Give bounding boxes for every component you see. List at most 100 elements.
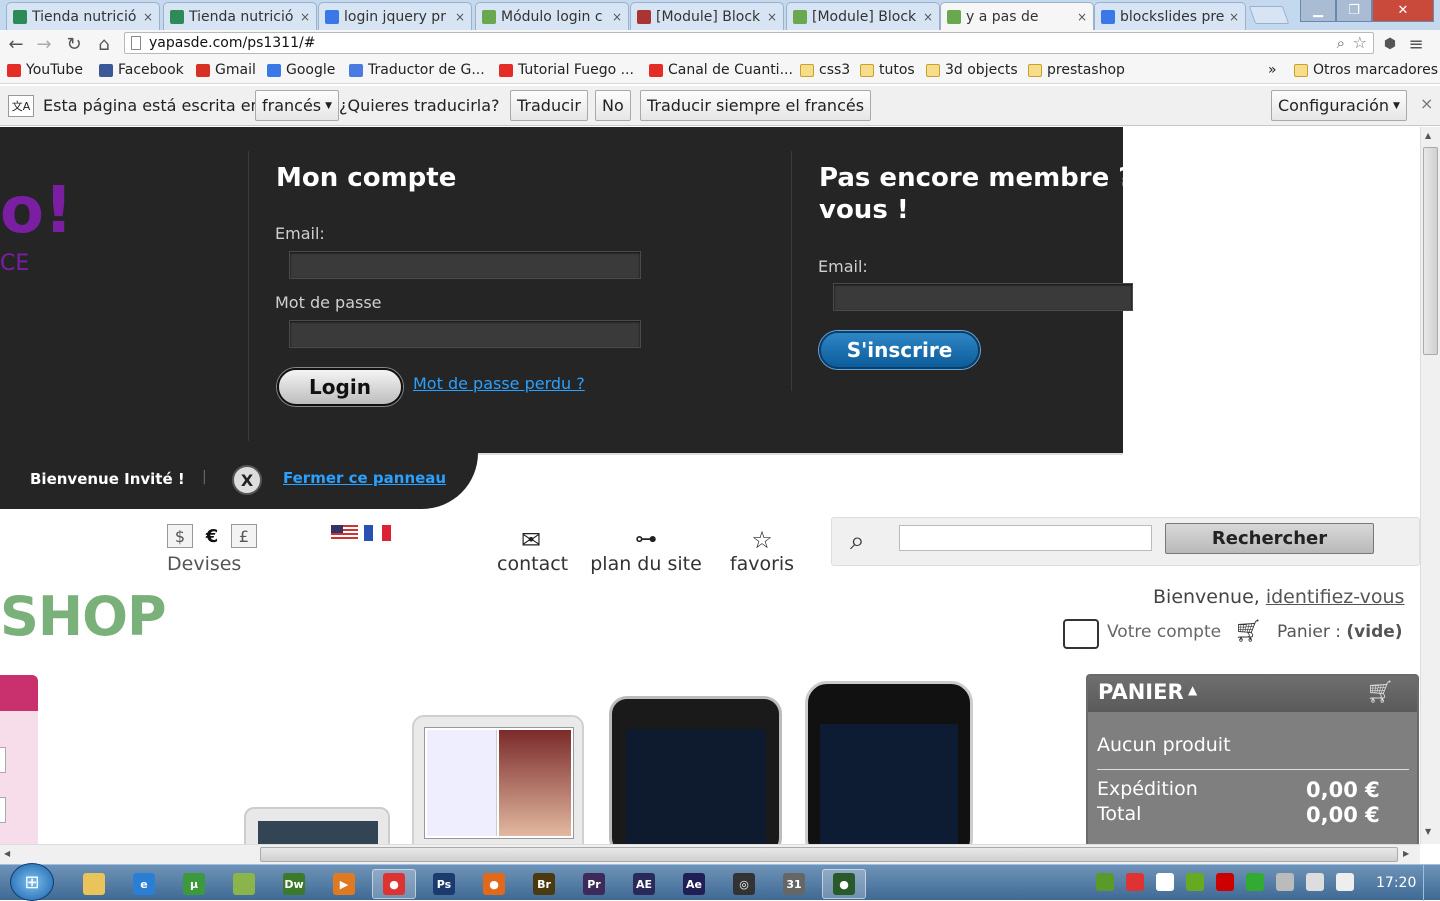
close-panel-icon[interactable]: X [232, 465, 262, 495]
reload-button[interactable]: ↻ [62, 32, 86, 56]
login-button[interactable]: Login [277, 368, 403, 406]
close-tab-icon[interactable]: × [455, 10, 465, 24]
close-window-button[interactable]: ✕ [1372, 0, 1434, 22]
tray-icon[interactable] [1276, 873, 1294, 891]
horizontal-scrollbar[interactable]: ◀ ▶ [0, 844, 1420, 864]
scrollbar-thumb[interactable] [260, 847, 1398, 862]
login-link[interactable]: identifiez-vous [1266, 586, 1405, 608]
taskbar-app[interactable]: ◎ [722, 869, 766, 899]
bookmark-item[interactable]: YouTube [7, 62, 83, 78]
bookmark-item[interactable]: Google [267, 62, 335, 78]
taskbar-app[interactable] [72, 869, 116, 899]
chevron-up-icon[interactable]: ▲ [1188, 683, 1197, 697]
back-button[interactable]: ← [4, 32, 28, 56]
flag-icon[interactable] [1156, 873, 1174, 891]
taskbar-app[interactable]: ● [472, 869, 516, 899]
close-tab-icon[interactable]: × [1229, 10, 1239, 24]
account-link[interactable]: Votre compte [1107, 622, 1221, 642]
nav-favorites[interactable]: ☆ favoris [728, 527, 796, 575]
adobe-icon[interactable] [1216, 873, 1234, 891]
zoom-icon[interactable]: ⌕ [1337, 34, 1345, 52]
no-translate-button[interactable]: No [595, 90, 631, 121]
home-button[interactable]: ⌂ [92, 32, 116, 56]
taskbar-app[interactable]: Dw [272, 869, 316, 899]
always-translate-button[interactable]: Traducir siempre el francés [640, 90, 872, 121]
currency-euro[interactable]: € [199, 524, 225, 548]
taskbar-app[interactable]: AE [622, 869, 666, 899]
english-flag-icon[interactable] [331, 525, 358, 541]
taskbar-app[interactable]: 31 [772, 869, 816, 899]
chrome-menu-icon[interactable]: ≡ [1404, 32, 1428, 56]
language-select[interactable]: francés ▼ [255, 90, 340, 121]
tab[interactable]: [Module] Block × [630, 2, 784, 30]
nvidia-icon[interactable] [1186, 873, 1204, 891]
bookmark-item[interactable]: Facebook [99, 62, 184, 78]
search-input[interactable] [899, 525, 1152, 551]
translate-settings-button[interactable]: Configuración ▼ [1271, 90, 1407, 121]
translate-button[interactable]: Traducir [510, 90, 588, 121]
taskbar-app[interactable]: ● [372, 869, 416, 899]
taskbar-app[interactable]: Ae [672, 869, 716, 899]
tab[interactable]: Tienda nutrició × [163, 2, 317, 30]
sidebar-input[interactable] [0, 797, 6, 823]
bookmark-item[interactable]: 3d objects [926, 62, 1018, 78]
info-icon[interactable] [1246, 873, 1264, 891]
close-translate-icon[interactable]: × [1420, 94, 1433, 113]
address-bar[interactable]: yapasde.com/ps1311/# ⌕ ☆ [124, 32, 1374, 54]
bookmark-item[interactable]: Canal de Cuanti... [649, 62, 793, 78]
scroll-left-icon[interactable]: ◀ [4, 849, 10, 858]
bookmark-item[interactable]: tutos [860, 62, 915, 78]
taskbar-app[interactable]: ● [822, 869, 866, 899]
close-tab-icon[interactable]: × [923, 10, 933, 24]
vertical-scrollbar[interactable]: ▲ ▼ [1420, 127, 1440, 844]
tray-icon[interactable] [1096, 873, 1114, 891]
scroll-up-icon[interactable]: ▲ [1425, 131, 1431, 140]
cart-summary[interactable]: Panier : (vide) [1277, 622, 1403, 642]
currency-dollar[interactable]: $ [167, 524, 193, 548]
forgot-password-link[interactable]: Mot de passe perdu ? [413, 374, 585, 393]
clock[interactable]: 17:20 [1376, 875, 1416, 891]
scroll-down-icon[interactable]: ▼ [1425, 827, 1431, 836]
close-tab-icon[interactable]: × [143, 10, 153, 24]
network-icon[interactable] [1306, 873, 1324, 891]
show-desktop-button[interactable] [1423, 865, 1440, 901]
bookmark-item[interactable]: prestashop [1028, 62, 1125, 78]
french-flag-icon[interactable] [364, 525, 391, 541]
bookmark-item[interactable]: css3 [800, 62, 850, 78]
taskbar-app[interactable]: e [122, 869, 166, 899]
shop-logo[interactable]: SHOP [0, 585, 167, 649]
other-bookmarks[interactable]: Otros marcadores [1294, 62, 1438, 78]
bookmark-item[interactable]: Gmail [196, 62, 256, 78]
volume-icon[interactable] [1336, 873, 1354, 891]
bookmark-star-icon[interactable]: ☆ [1353, 33, 1367, 52]
sidebar-input[interactable] [0, 747, 6, 773]
currency-pound[interactable]: £ [231, 524, 257, 548]
taskbar-app[interactable]: Pr [572, 869, 616, 899]
tray-icon[interactable] [1126, 873, 1144, 891]
tab[interactable]: y a pas de × [940, 2, 1094, 30]
start-button[interactable]: ⊞ [10, 863, 54, 901]
nav-sitemap[interactable]: ⊶ plan du site [588, 527, 704, 575]
cart-block-header[interactable]: PANIER ▲ 🛒︎ [1088, 676, 1417, 712]
close-tab-icon[interactable]: × [300, 10, 310, 24]
extension-icon[interactable]: ⬢ [1378, 32, 1402, 56]
email-field[interactable] [289, 251, 641, 279]
forward-button[interactable]: → [32, 32, 56, 56]
taskbar-app[interactable]: ▶ [322, 869, 366, 899]
taskbar-app[interactable]: Br [522, 869, 566, 899]
bookmarks-overflow[interactable]: » [1268, 62, 1277, 78]
signup-email-field[interactable] [833, 283, 1133, 311]
new-tab-button[interactable] [1248, 6, 1290, 24]
scroll-right-icon[interactable]: ▶ [1403, 849, 1409, 858]
tab[interactable]: blockslides pre × [1094, 2, 1246, 30]
password-field[interactable] [289, 320, 641, 348]
tab[interactable]: [Module] Block × [786, 2, 940, 30]
tab[interactable]: Tienda nutrició × [6, 2, 160, 30]
search-button[interactable]: Rechercher [1165, 523, 1374, 554]
maximize-button[interactable]: ❐ [1336, 0, 1372, 22]
minimize-button[interactable]: ▁ [1300, 0, 1336, 22]
close-panel-link[interactable]: Fermer ce panneau [283, 469, 446, 487]
nav-contact[interactable]: ✉ contact [497, 527, 568, 575]
close-tab-icon[interactable]: × [767, 10, 777, 24]
taskbar-app[interactable] [222, 869, 266, 899]
